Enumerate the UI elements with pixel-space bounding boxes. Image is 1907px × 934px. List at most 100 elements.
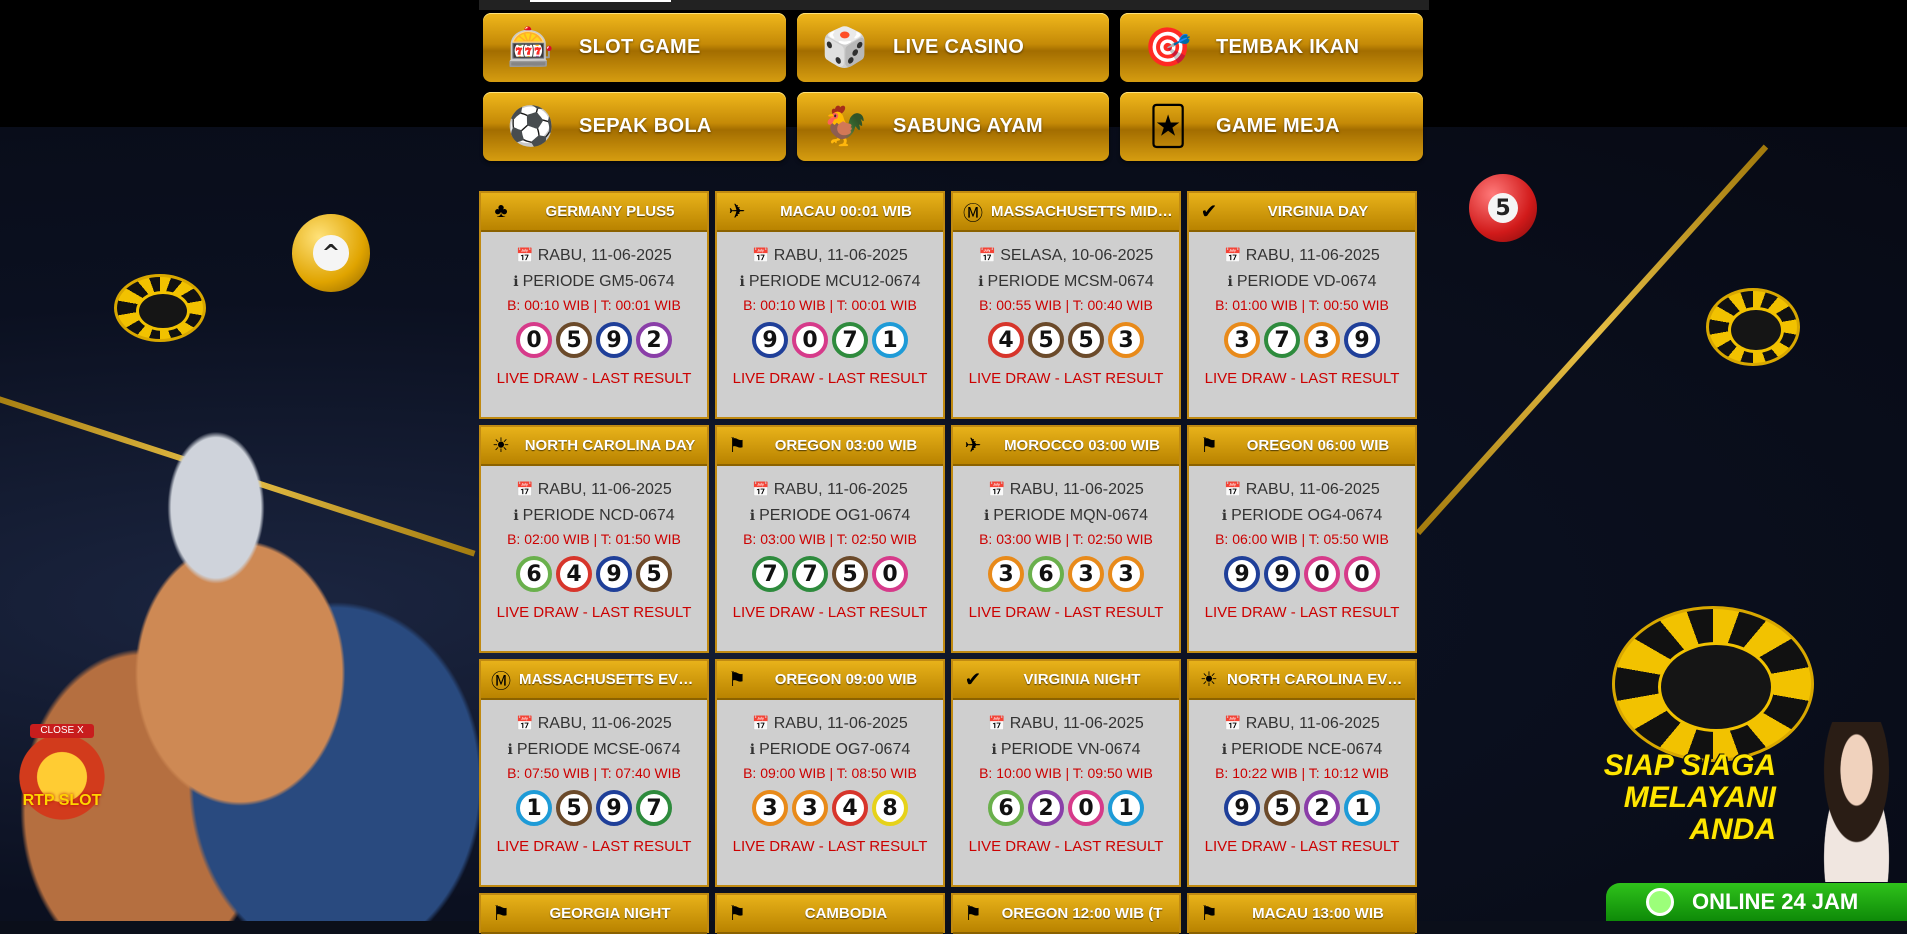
result-ball: 4: [988, 322, 1024, 358]
live-draw-link[interactable]: LIVE DRAW - LAST RESULT: [1189, 604, 1415, 621]
result-ball: 6: [988, 790, 1024, 826]
nc-sun-icon: ☀: [1200, 669, 1218, 691]
menu-sabung-ayam[interactable]: 🐓 SABUNG AYAM: [797, 92, 1109, 161]
calendar-icon: 📅: [1224, 247, 1242, 263]
market-time: B: 00:55 WIB | T: 00:40 WIB: [979, 297, 1153, 313]
nc-sun-icon: ☀: [492, 435, 510, 457]
result-ball: 7: [636, 790, 672, 826]
market-card: ⚑ OREGON 09:00 WIB 📅 RABU, 11-06-2025 ℹ PERIO…: [715, 659, 945, 887]
market-title: OREGON 09:00 WIB: [774, 671, 918, 688]
market-card: ✔ VIRGINIA DAY 📅 RABU, 11-06-2025 ℹ PERIODE V…: [1187, 191, 1417, 419]
live-draw-link[interactable]: LIVE DRAW - LAST RESULT: [1189, 838, 1415, 855]
market-card-header: ⚑ CAMBODIA: [717, 895, 943, 934]
market-periode-row: ℹ PERIODE OG1-0674: [717, 502, 943, 528]
result-ball: 3: [792, 790, 828, 826]
result-balls: 6201: [953, 790, 1179, 832]
poker-chip-left: [114, 274, 206, 342]
market-date-row: 📅 RABU, 11-06-2025: [953, 710, 1179, 736]
market-card-header: ⚑ OREGON 12:00 WIB (T: [953, 895, 1179, 934]
live-draw-link[interactable]: LIVE DRAW - LAST RESULT: [1189, 370, 1415, 387]
market-date-row: 📅 RABU, 11-06-2025: [481, 476, 707, 502]
result-ball: 7: [792, 556, 828, 592]
live-draw-link[interactable]: LIVE DRAW - LAST RESULT: [953, 604, 1179, 621]
market-title: VIRGINIA NIGHT: [1023, 671, 1141, 688]
oregon-icon: ⚑: [728, 435, 746, 457]
market-date-row: 📅 RABU, 11-06-2025: [1189, 242, 1415, 268]
live-casino-icon: 🎲: [821, 26, 869, 69]
menu-sepak-bola[interactable]: ⚽ SEPAK BOLA: [483, 92, 786, 161]
menu-live-casino[interactable]: 🎲 LIVE CASINO: [797, 13, 1109, 82]
result-ball: 0: [1304, 556, 1340, 592]
market-date-row: 📅 RABU, 11-06-2025: [717, 710, 943, 736]
market-periode: PERIODE NCD-0674: [522, 507, 675, 524]
online-label: ONLINE 24 JAM: [1692, 889, 1859, 914]
promo-text: SIAP SIAGA MELAYANI ANDA: [1596, 750, 1776, 846]
live-draw-link[interactable]: LIVE DRAW - LAST RESULT: [953, 838, 1179, 855]
decor-ball-number: 5: [1487, 192, 1519, 224]
market-periode-row: ℹ PERIODE MQN-0674: [953, 502, 1179, 528]
live-draw-link[interactable]: LIVE DRAW - LAST RESULT: [953, 370, 1179, 387]
result-ball: 9: [1344, 322, 1380, 358]
market-title: NORTH CAROLINA DAY: [524, 437, 696, 454]
market-title: NORTH CAROLINA EVENING: [1227, 671, 1415, 688]
live-draw-link[interactable]: LIVE DRAW - LAST RESULT: [481, 604, 707, 621]
market-card-header: ✈ MACAU 00:01 WIB: [717, 193, 943, 232]
result-ball: 6: [516, 556, 552, 592]
market-date: RABU, 11-06-2025: [1245, 481, 1380, 498]
online-24-jam-button[interactable]: ONLINE 24 JAM: [1606, 883, 1907, 921]
market-periode-row: ℹ PERIODE VN-0674: [953, 736, 1179, 762]
market-time: B: 00:10 WIB | T: 00:01 WIB: [507, 297, 681, 313]
info-icon: ℹ: [1227, 273, 1233, 289]
game-category-menu: 🎰 SLOT GAME 🎲 LIVE CASINO 🎯 TEMBAK IKAN …: [483, 13, 1427, 163]
macau-flag-icon: ✈: [728, 201, 746, 223]
promo-line: ANDA: [1689, 813, 1776, 846]
live-draw-link[interactable]: LIVE DRAW - LAST RESULT: [717, 838, 943, 855]
result-balls: 9900: [1189, 556, 1415, 598]
result-balls: 9521: [1189, 790, 1415, 832]
market-card-header: ✔ VIRGINIA NIGHT: [953, 661, 1179, 700]
result-ball: 1: [1108, 790, 1144, 826]
rtp-close-button[interactable]: CLOSE X: [30, 724, 94, 738]
market-date: RABU, 11-06-2025: [1009, 715, 1144, 732]
result-ball: 9: [1264, 556, 1300, 592]
menu-game-meja[interactable]: 🃏 GAME MEJA: [1120, 92, 1423, 161]
rtp-slot-widget[interactable]: CLOSE X RTP SLOT: [18, 722, 106, 832]
result-ball: 1: [1344, 790, 1380, 826]
result-ball: 9: [596, 322, 632, 358]
live-draw-link[interactable]: LIVE DRAW - LAST RESULT: [481, 370, 707, 387]
live-draw-link[interactable]: LIVE DRAW - LAST RESULT: [481, 838, 707, 855]
market-time: B: 02:00 WIB | T: 01:50 WIB: [507, 531, 681, 547]
ma-badge-icon: Ⓜ: [963, 203, 983, 225]
info-icon: ℹ: [978, 273, 984, 289]
result-ball: 1: [872, 322, 908, 358]
main-container: 🎰 SLOT GAME 🎲 LIVE CASINO 🎯 TEMBAK IKAN …: [479, 0, 1429, 934]
live-draw-link[interactable]: LIVE DRAW - LAST RESULT: [717, 604, 943, 621]
market-periode-row: ℹ PERIODE NCD-0674: [481, 502, 707, 528]
market-periode-row: ℹ PERIODE MCSM-0674: [953, 268, 1179, 294]
market-card-header: ⚑ GEORGIA NIGHT: [481, 895, 707, 934]
market-periode-row: ℹ PERIODE GM5-0674: [481, 268, 707, 294]
promo-line: MELAYANI: [1623, 781, 1776, 814]
result-ball: 5: [556, 790, 592, 826]
market-title: MASSACHUSETTS EVENING: [519, 671, 707, 688]
container-top-strip: [479, 0, 1429, 10]
live-draw-link[interactable]: LIVE DRAW - LAST RESULT: [717, 370, 943, 387]
decor-ball-yellow: ^: [292, 214, 370, 292]
market-card-header: ✈ MOROCCO 03:00 WIB: [953, 427, 1179, 466]
clover-icon: ♣: [494, 200, 508, 222]
rooster-icon: 🐓: [821, 105, 869, 148]
result-ball: 6: [1028, 556, 1064, 592]
menu-label: TEMBAK IKAN: [1216, 36, 1360, 58]
result-balls: 3633: [953, 556, 1179, 598]
menu-slot-game[interactable]: 🎰 SLOT GAME: [483, 13, 786, 82]
menu-tembak-ikan[interactable]: 🎯 TEMBAK IKAN: [1120, 13, 1423, 82]
market-periode-row: ℹ PERIODE OG7-0674: [717, 736, 943, 762]
result-ball: 5: [556, 322, 592, 358]
market-date-row: 📅 RABU, 11-06-2025: [1189, 476, 1415, 502]
ma-badge-icon: Ⓜ: [491, 671, 511, 693]
info-icon: ℹ: [1221, 741, 1228, 757]
menu-label: GAME MEJA: [1216, 115, 1340, 137]
info-icon: ℹ: [507, 741, 513, 757]
info-icon: ℹ: [1221, 507, 1228, 523]
market-date: RABU, 11-06-2025: [537, 247, 672, 264]
